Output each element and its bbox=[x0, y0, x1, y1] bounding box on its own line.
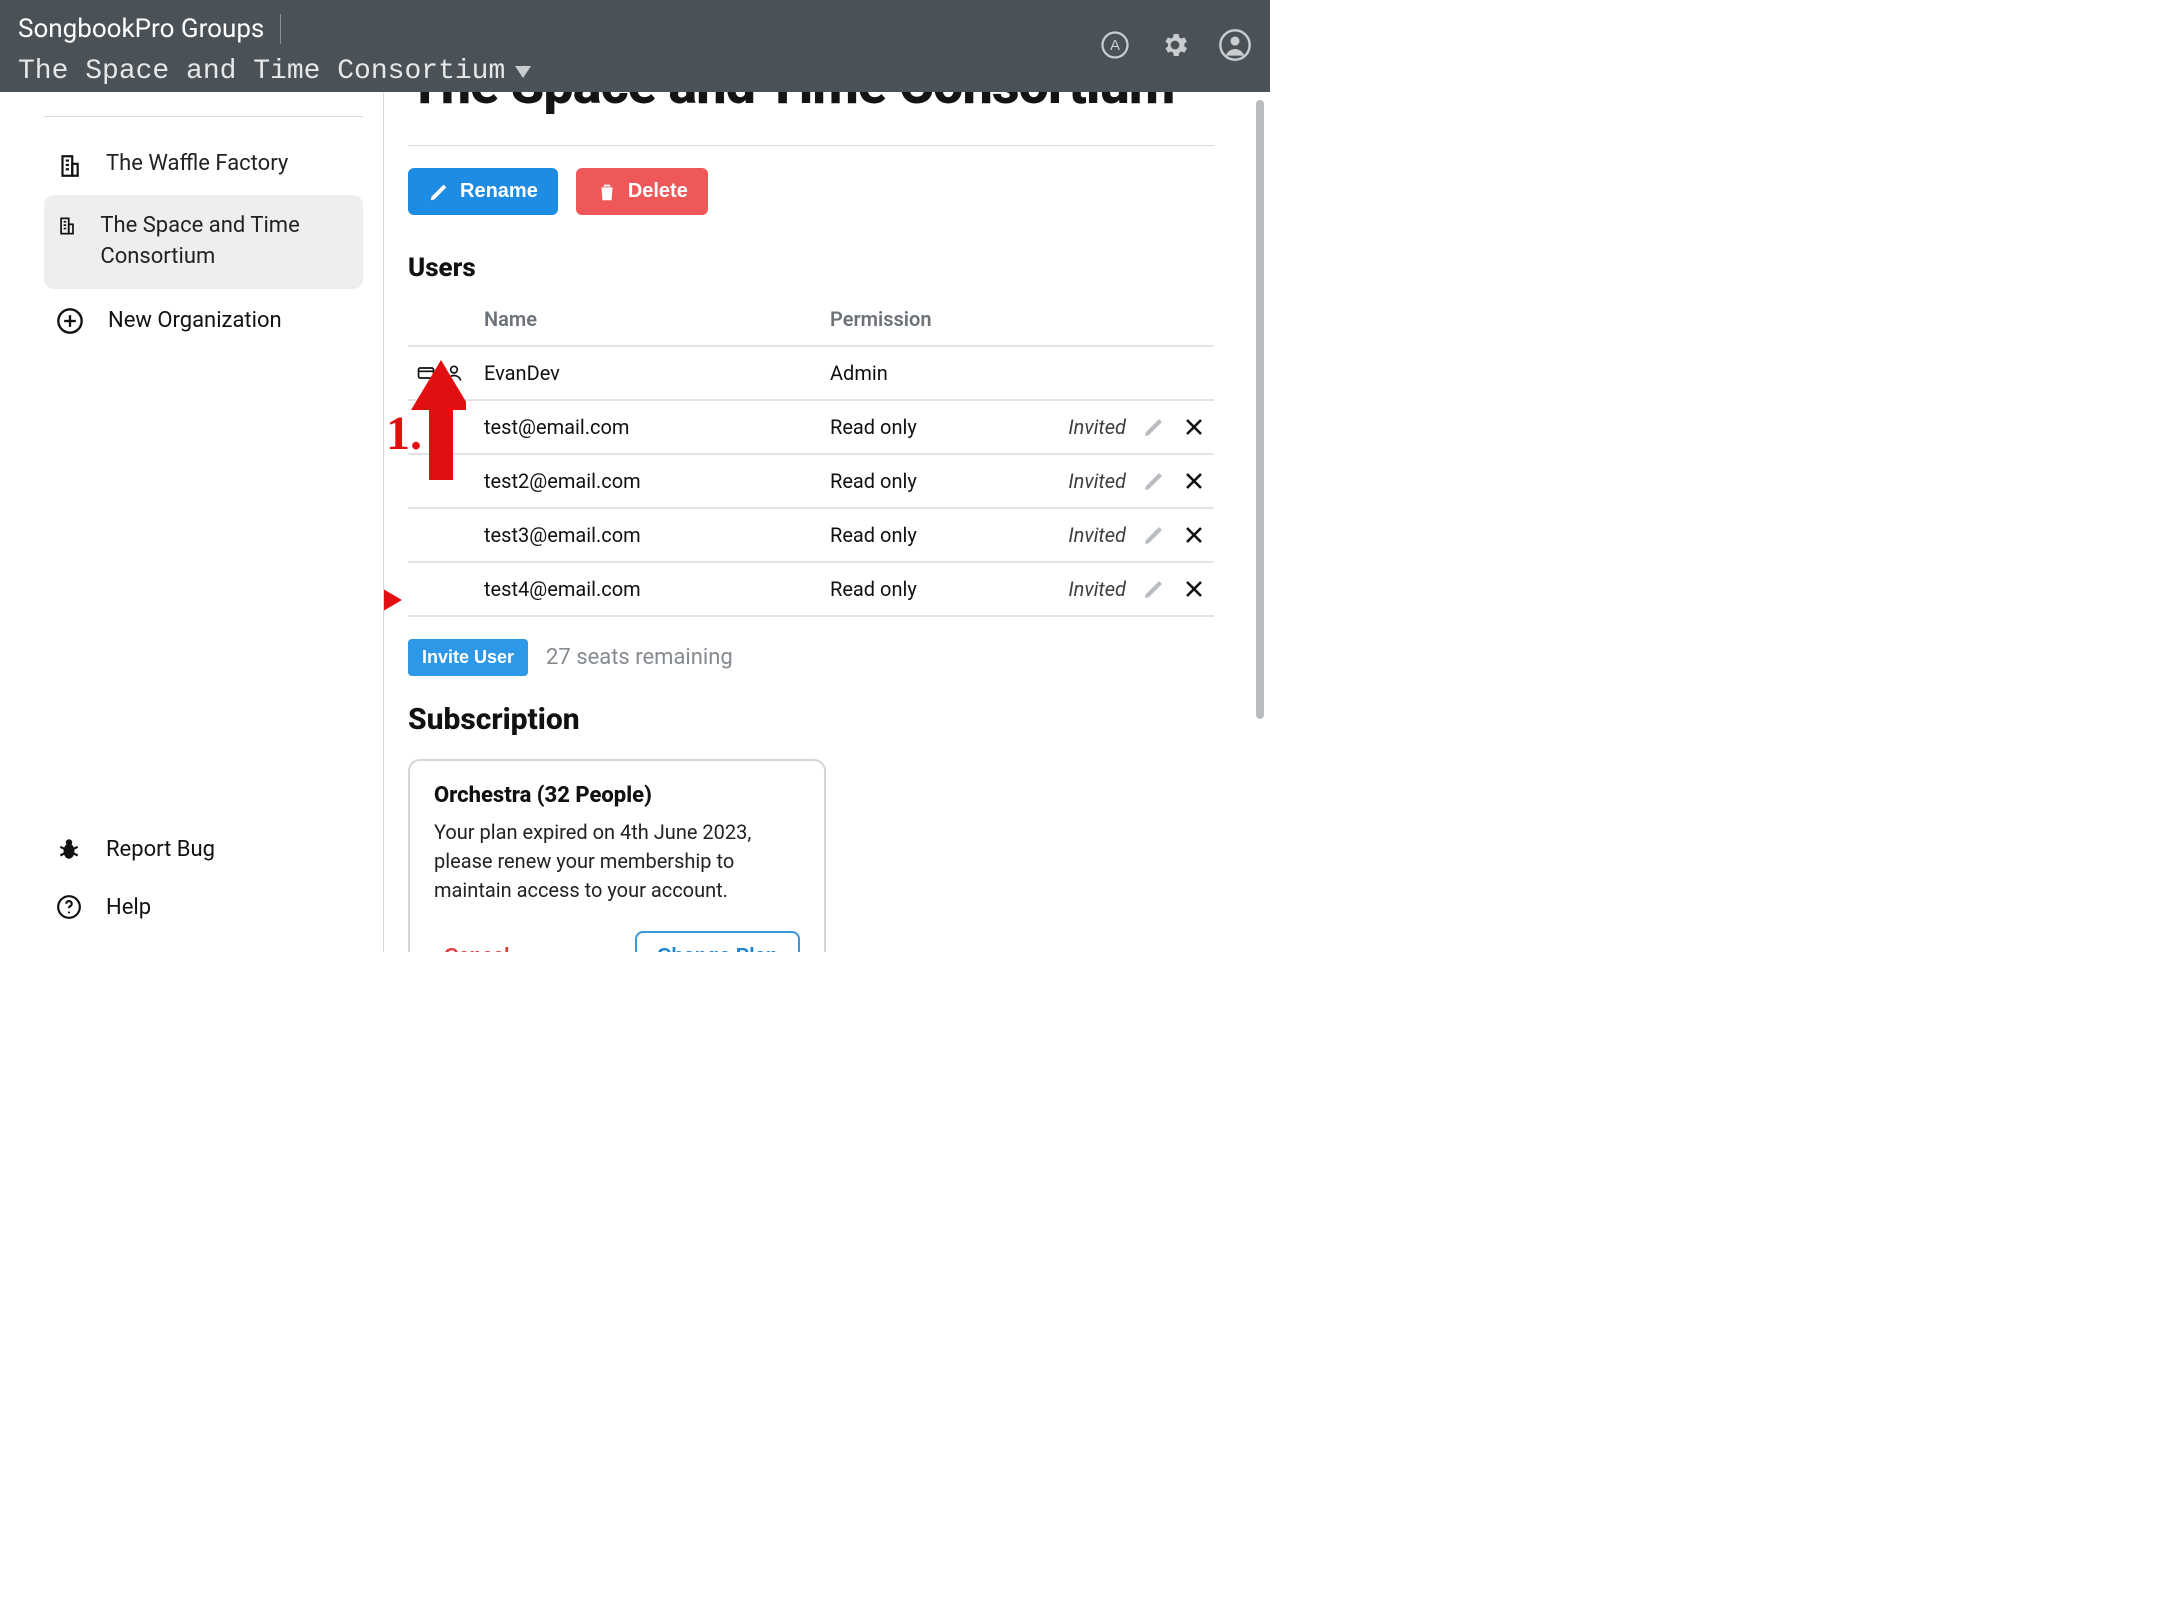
bug-icon bbox=[56, 836, 82, 862]
help-label: Help bbox=[106, 895, 151, 920]
new-organization-label: New Organization bbox=[108, 308, 282, 333]
col-header-permission: Permission bbox=[822, 297, 1014, 346]
report-bug-label: Report Bug bbox=[106, 837, 215, 862]
user-status: Invited bbox=[1068, 523, 1126, 547]
user-permission: Admin bbox=[822, 346, 1014, 400]
seats-remaining: 27 seats remaining bbox=[546, 645, 733, 670]
person-icon bbox=[444, 363, 464, 383]
remove-icon[interactable] bbox=[1182, 469, 1206, 493]
annotation-arrow-2: 2. bbox=[384, 568, 404, 632]
help-icon bbox=[56, 894, 82, 920]
table-row: test4@email.comRead only Invited bbox=[408, 562, 1214, 616]
user-permission: Read only bbox=[822, 400, 1014, 454]
delete-label: Delete bbox=[628, 180, 688, 203]
table-row: test3@email.comRead only Invited bbox=[408, 508, 1214, 562]
sidebar-item-org-0[interactable]: The Waffle Factory bbox=[44, 135, 363, 195]
users-section-title: Users bbox=[408, 253, 1214, 283]
invite-user-button[interactable]: Invite User bbox=[408, 639, 528, 676]
subscription-section-title: Subscription bbox=[408, 702, 1214, 737]
page-title: The Space and Time Consortium bbox=[408, 92, 1214, 117]
user-status: Invited bbox=[1068, 577, 1126, 601]
remove-icon[interactable] bbox=[1182, 523, 1206, 547]
cancel-subscription-button[interactable]: Cancel bbox=[434, 937, 520, 952]
building-icon bbox=[56, 213, 76, 239]
org-selector-label: The Space and Time Consortium bbox=[18, 56, 505, 87]
remove-icon[interactable] bbox=[1182, 577, 1206, 601]
change-plan-label: Change Plan bbox=[657, 945, 778, 952]
help-button[interactable]: Help bbox=[44, 878, 363, 936]
scrollbar[interactable] bbox=[1256, 100, 1264, 936]
account-icon[interactable] bbox=[1218, 28, 1252, 62]
table-row: test@email.comRead only Invited bbox=[408, 400, 1214, 454]
edit-icon[interactable] bbox=[1142, 469, 1166, 493]
auto-icon[interactable]: A bbox=[1098, 28, 1132, 62]
trash-icon bbox=[596, 181, 618, 203]
user-name: EvanDev bbox=[476, 346, 822, 400]
edit-icon[interactable] bbox=[1142, 523, 1166, 547]
user-status: Invited bbox=[1068, 469, 1126, 493]
card-icon bbox=[416, 363, 436, 383]
subscription-card: Orchestra (32 People) Your plan expired … bbox=[408, 759, 826, 952]
app-title: SongbookPro Groups bbox=[18, 14, 531, 44]
rename-label: Rename bbox=[460, 180, 538, 203]
report-bug-button[interactable]: Report Bug bbox=[44, 820, 363, 878]
invite-user-label: Invite User bbox=[422, 647, 514, 668]
sidebar-item-org-1[interactable]: The Space and Time Consortium bbox=[44, 195, 363, 289]
gear-icon[interactable] bbox=[1158, 28, 1192, 62]
user-name: test2@email.com bbox=[476, 454, 822, 508]
caret-down-icon bbox=[515, 66, 531, 78]
sidebar-item-label: The Waffle Factory bbox=[106, 151, 288, 176]
table-row: EvanDevAdmin bbox=[408, 346, 1214, 400]
svg-text:A: A bbox=[1110, 37, 1120, 54]
user-permission: Read only bbox=[822, 562, 1014, 616]
table-row: test2@email.comRead only Invited bbox=[408, 454, 1214, 508]
sidebar: The Waffle Factory The Space and Time Co… bbox=[0, 92, 384, 952]
building-icon bbox=[56, 153, 82, 179]
rename-button[interactable]: Rename bbox=[408, 168, 558, 215]
sidebar-item-label: The Space and Time Consortium bbox=[100, 211, 351, 273]
delete-button[interactable]: Delete bbox=[576, 168, 708, 215]
user-name: test3@email.com bbox=[476, 508, 822, 562]
user-name: test@email.com bbox=[476, 400, 822, 454]
user-status: Invited bbox=[1068, 415, 1126, 439]
change-plan-button[interactable]: Change Plan bbox=[635, 931, 800, 952]
edit-icon[interactable] bbox=[1142, 577, 1166, 601]
cancel-label: Cancel bbox=[444, 945, 510, 952]
sidebar-divider bbox=[44, 116, 363, 117]
title-divider bbox=[280, 14, 281, 44]
users-table: Name Permission EvanDevAdmintest@email.c… bbox=[408, 297, 1214, 617]
user-name: test4@email.com bbox=[476, 562, 822, 616]
user-permission: Read only bbox=[822, 508, 1014, 562]
remove-icon[interactable] bbox=[1182, 415, 1206, 439]
edit-icon[interactable] bbox=[1142, 415, 1166, 439]
col-header-name: Name bbox=[476, 297, 822, 346]
heading-rule bbox=[408, 145, 1214, 146]
user-permission: Read only bbox=[822, 454, 1014, 508]
topbar: SongbookPro Groups The Space and Time Co… bbox=[0, 0, 1270, 92]
org-selector[interactable]: The Space and Time Consortium bbox=[18, 56, 531, 87]
plus-circle-icon bbox=[56, 307, 84, 335]
pencil-icon bbox=[428, 181, 450, 203]
app-title-text: SongbookPro Groups bbox=[18, 14, 264, 44]
main-content: The Space and Time Consortium Rename Del… bbox=[384, 92, 1270, 952]
subscription-plan: Orchestra (32 People) bbox=[434, 783, 800, 808]
subscription-message: Your plan expired on 4th June 2023, plea… bbox=[434, 818, 800, 905]
new-organization-button[interactable]: New Organization bbox=[44, 289, 363, 353]
